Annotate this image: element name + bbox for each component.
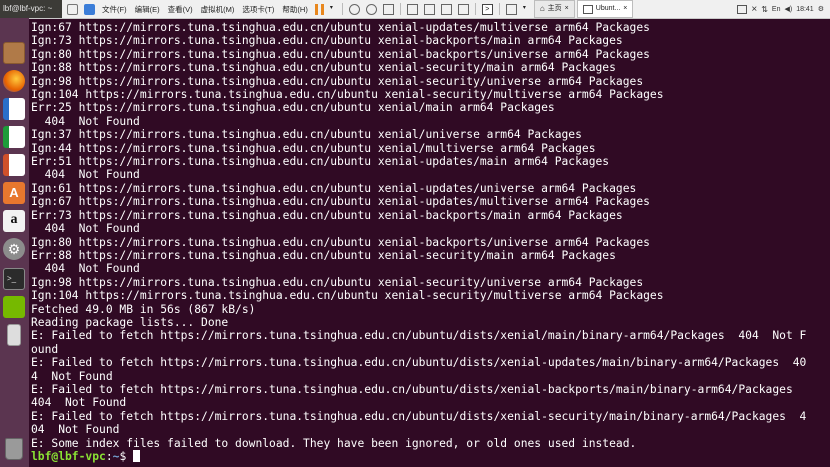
vm-toolbar-bar: lbf@lbf-vpc: ~ 文件(F) 编辑(E) 查看(V) 虚拟机(M) …: [0, 0, 830, 19]
window-title: lbf@lbf-vpc: ~: [0, 0, 62, 18]
close-icon[interactable]: ×: [623, 1, 627, 17]
vm-toolbar: 文件(F) 编辑(E) 查看(V) 虚拟机(M) 选项卡(T) 帮助(H) ▾ …: [64, 0, 634, 18]
terminal-line: Ign:104 https://mirrors.tuna.tsinghua.ed…: [31, 289, 664, 303]
calc-icon[interactable]: [3, 126, 25, 148]
terminal-line: 404 Not Found: [44, 262, 140, 276]
terminal-line: Err:73 https://mirrors.tuna.tsinghua.edu…: [31, 208, 623, 222]
software-center-icon[interactable]: A: [3, 182, 25, 204]
network-icon[interactable]: ⇅: [761, 5, 768, 14]
clock[interactable]: 18:41: [796, 6, 814, 13]
terminal-line: Ign:104 https://mirrors.tuna.tsinghua.ed…: [31, 88, 664, 102]
pin-icon[interactable]: [67, 3, 78, 15]
toolbar-separator: [474, 3, 476, 15]
terminal-line: Ign:80 https://mirrors.tuna.tsinghua.edu…: [31, 235, 650, 249]
terminal-line: Ign:73 https://mirrors.tuna.tsinghua.edu…: [31, 34, 623, 48]
console-icon[interactable]: >: [481, 3, 493, 15]
revert-snapshot-icon[interactable]: [365, 3, 377, 15]
close-icon[interactable]: ×: [565, 1, 569, 17]
terminal-line: Ign:37 https://mirrors.tuna.tsinghua.edu…: [31, 128, 582, 142]
dropdown-arrow-icon[interactable]: ▾: [330, 4, 336, 15]
terminal-line: E: Failed to fetch https://mirrors.tuna.…: [31, 409, 807, 423]
vmware-logo-icon: [84, 3, 95, 15]
terminal-line: 404 Not Found: [44, 222, 140, 236]
terminal-line: 404 Not Found: [31, 396, 127, 410]
terminal-line: Ign:67 https://mirrors.tuna.tsinghua.edu…: [31, 21, 650, 34]
terminal-line: Reading package lists... Done: [31, 315, 229, 329]
prompt-symbol: $: [119, 450, 134, 463]
stretch-icon[interactable]: [505, 3, 517, 15]
thumbnail-icon[interactable]: [423, 3, 435, 15]
writer-icon[interactable]: [3, 98, 25, 120]
settings-icon[interactable]: ⚙: [3, 238, 25, 260]
snapshot-icon[interactable]: [348, 3, 360, 15]
terminal-line: ound: [31, 342, 59, 356]
prompt-separator: :: [105, 450, 113, 463]
terminal-line: Err:25 https://mirrors.tuna.tsinghua.edu…: [31, 101, 555, 115]
home-icon: ⌂: [539, 4, 545, 13]
toolbar-separator: [341, 3, 343, 15]
terminal-line: Ign:98 https://mirrors.tuna.tsinghua.edu…: [31, 275, 644, 289]
restore-icon[interactable]: [737, 4, 748, 14]
terminal-line: 404 Not Found: [44, 168, 140, 182]
trash-icon[interactable]: [5, 438, 23, 460]
tab-home-label: 主页: [547, 5, 562, 12]
volume-icon[interactable]: ◀): [784, 5, 792, 13]
terminal-output: Ign:67 https://mirrors.tuna.tsinghua.edu…: [29, 18, 830, 463]
terminal-line: Ign:80 https://mirrors.tuna.tsinghua.edu…: [31, 47, 650, 61]
firefox-icon[interactable]: [3, 70, 25, 92]
terminal-line: Ign:67 https://mirrors.tuna.tsinghua.edu…: [31, 195, 650, 209]
dropdown-arrow-icon[interactable]: ▾: [523, 4, 529, 15]
fullscreen-icon[interactable]: [440, 3, 452, 15]
close-icon[interactable]: ×: [751, 4, 757, 15]
terminal-line: Ign:61 https://mirrors.tuna.tsinghua.edu…: [31, 181, 637, 195]
terminal-line: 04 Not Found: [31, 423, 120, 437]
tab-home[interactable]: ⌂ 主页 ×: [533, 0, 575, 18]
impress-icon[interactable]: [3, 154, 25, 176]
vm-tray: × ⇅ En ◀) 18:41 ⚙: [737, 0, 830, 18]
terminal-line: Ign:98 https://mirrors.tuna.tsinghua.edu…: [31, 74, 644, 88]
keyboard-input-icon[interactable]: En: [772, 6, 781, 13]
tab-ubuntu-label: Ubunt...: [595, 5, 621, 12]
terminal-line: Ign:44 https://mirrors.tuna.tsinghua.edu…: [31, 141, 596, 155]
terminal-line: Err:88 https://mirrors.tuna.tsinghua.edu…: [31, 248, 616, 262]
manage-snapshots-icon[interactable]: [382, 3, 394, 15]
terminal-window[interactable]: Ign:67 https://mirrors.tuna.tsinghua.edu…: [29, 18, 830, 467]
pause-icon[interactable]: [314, 3, 324, 15]
terminal-line: Ign:88 https://mirrors.tuna.tsinghua.edu…: [31, 61, 616, 75]
terminal-line: Err:51 https://mirrors.tuna.tsinghua.edu…: [31, 155, 610, 169]
terminal-line: 404 Not Found: [44, 114, 140, 128]
nvidia-icon[interactable]: [3, 296, 25, 318]
terminal-lines: Ign:67 https://mirrors.tuna.tsinghua.edu…: [31, 21, 806, 450]
menu-file[interactable]: 文件(F): [102, 4, 127, 15]
terminal-line: E: Failed to fetch https://mirrors.tuna.…: [31, 329, 807, 343]
unity-icon[interactable]: [406, 3, 418, 15]
terminal-line: E: Some index files failed to download. …: [31, 436, 637, 450]
prompt-user: lbf@lbf-vpc: [31, 450, 106, 463]
fit-window-icon[interactable]: [457, 3, 469, 15]
toolbar-separator: [498, 3, 500, 15]
tab-ubuntu[interactable]: Ubunt... ×: [576, 0, 634, 18]
terminal-icon[interactable]: >_: [3, 268, 25, 290]
unity-launcher: A a ⚙ >_: [0, 18, 29, 467]
text-cursor: [133, 450, 141, 462]
files-icon[interactable]: [3, 42, 25, 64]
amazon-icon[interactable]: a: [3, 210, 25, 232]
vm-icon: [582, 4, 593, 14]
menu-help[interactable]: 帮助(H): [282, 4, 307, 15]
menu-edit[interactable]: 编辑(E): [135, 4, 160, 15]
toolbar-separator: [399, 3, 401, 15]
terminal-line: Fetched 49.0 MB in 56s (867 kB/s): [31, 302, 256, 316]
settings-gear-icon[interactable]: ⚙: [818, 5, 824, 13]
terminal-line: E: Failed to fetch https://mirrors.tuna.…: [31, 356, 807, 370]
terminal-line: 4 Not Found: [31, 369, 113, 383]
terminal-line: E: Failed to fetch https://mirrors.tuna.…: [31, 382, 793, 396]
menu-tabs[interactable]: 选项卡(T): [242, 4, 274, 15]
usb-drive-icon[interactable]: [7, 324, 21, 346]
menu-view[interactable]: 查看(V): [168, 4, 193, 15]
menu-vm[interactable]: 虚拟机(M): [201, 4, 235, 15]
